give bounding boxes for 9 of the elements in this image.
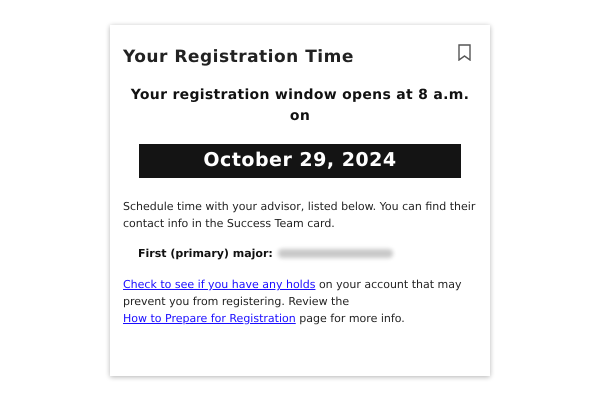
card-title: Your Registration Time (123, 46, 354, 69)
registration-lead: Your registration window opens at 8 a.m. on (130, 86, 470, 126)
major-label: First (primary) major: (138, 246, 273, 262)
bookmark-button[interactable] (457, 43, 472, 62)
registration-date: October 29, 2024 (139, 144, 461, 178)
advisor-instructions: Schedule time with your advisor, listed below. You can find their contact info in the Success Team card. (123, 198, 476, 232)
text-link[interactable]: How to Prepare for Registration (123, 312, 296, 325)
text-link[interactable]: Check to see if you have any holds (123, 278, 316, 291)
holds-note: Check to see if you have any holds on your account that may prevent you from registering. Review the How to Prepare for Registration page for more info. (123, 277, 462, 327)
